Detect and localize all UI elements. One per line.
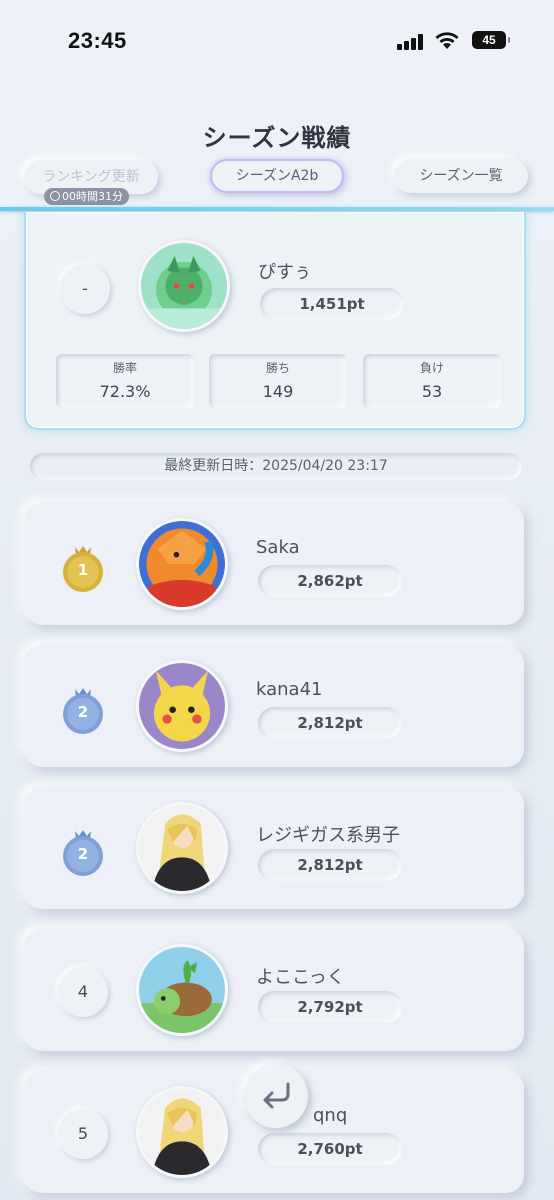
status-time: 23:45 — [68, 28, 127, 53]
header-divider — [0, 207, 554, 211]
stat-value: 149 — [262, 382, 294, 401]
update-timer-badge: 00時間31分 — [44, 188, 129, 205]
gold-medal-icon: 1 — [58, 543, 108, 593]
rank-number: 2 — [77, 703, 89, 721]
ranking-row[interactable]: 4 よここっく 2,792pt — [24, 929, 524, 1051]
player-points: 2,812pt — [258, 849, 402, 881]
rank-number: 2 — [77, 845, 89, 863]
stat-label: 負け — [419, 361, 444, 375]
ranking-row[interactable]: 2 レジギガス系男子 2,812pt — [24, 787, 524, 909]
player-avatar — [136, 518, 228, 610]
player-name: Saka — [256, 537, 300, 558]
stat-value: 72.3% — [99, 382, 151, 401]
blue-medal-icon: 2 — [58, 685, 108, 735]
stat-label: 勝ち — [265, 361, 290, 375]
back-button[interactable] — [244, 1064, 308, 1128]
rank-badge: 4 — [58, 967, 108, 1017]
player-points: 2,760pt — [258, 1133, 402, 1165]
return-arrow-icon — [263, 1082, 290, 1109]
stat-value: 53 — [421, 382, 443, 401]
wifi-icon — [435, 32, 459, 49]
stat-label: 勝率 — [112, 361, 137, 375]
season-selector-button[interactable]: シーズンA2b — [210, 159, 344, 193]
my-record-card: - ぴすぅ 1,451pt 勝率 72.3% 勝ち 149 負け 53 — [24, 212, 526, 430]
player-points: 2,792pt — [258, 991, 402, 1023]
player-name: kana41 — [256, 679, 323, 700]
rank-number: 1 — [77, 561, 89, 579]
player-avatar — [136, 944, 228, 1036]
wins-stat: 勝ち 149 — [209, 354, 347, 408]
player-points: 2,862pt — [258, 565, 402, 597]
player-avatar — [136, 1086, 228, 1178]
season-list-button[interactable]: シーズン一覧 — [394, 159, 528, 193]
player-avatar — [136, 660, 228, 752]
losses-stat: 負け 53 — [363, 354, 501, 408]
blue-medal-icon: 2 — [58, 827, 108, 877]
player-avatar — [136, 802, 228, 894]
player-name: よここっく — [256, 967, 345, 988]
clock-icon — [50, 191, 60, 201]
status-bar: 23:45 45 — [0, 0, 554, 80]
cellular-signal-icon — [397, 34, 425, 50]
player-name: レジギガス系男子 — [256, 825, 400, 846]
battery-icon: 45 — [472, 31, 510, 49]
my-points: 1,451pt — [260, 288, 404, 320]
player-name: qnq — [313, 1105, 348, 1126]
timer-text: 00時間31分 — [62, 190, 123, 203]
win-rate-stat: 勝率 72.3% — [56, 354, 194, 408]
last-updated: 最終更新日時：2025/04/20 23:17 — [30, 453, 522, 480]
ranking-row[interactable]: 1 Saka 2,862pt — [24, 503, 524, 625]
my-avatar — [138, 240, 230, 332]
ranking-row[interactable]: 2 kana41 2,812pt — [24, 645, 524, 767]
player-points: 2,812pt — [258, 707, 402, 739]
my-player-name: ぴすぅ — [258, 262, 312, 283]
rank-badge: 5 — [58, 1109, 108, 1159]
my-rank-badge: - — [60, 264, 110, 314]
page-title: シーズン戦績 — [202, 124, 352, 152]
